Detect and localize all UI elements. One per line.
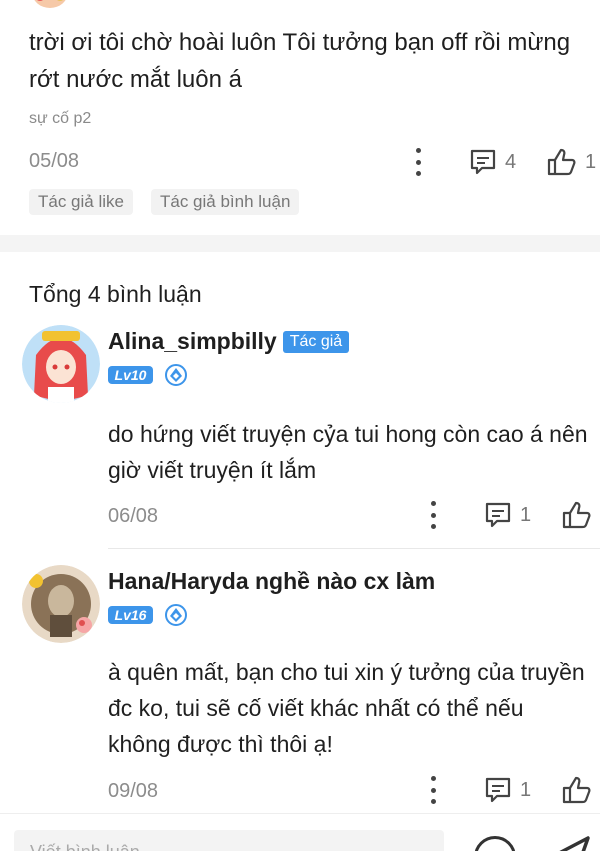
comment-text: à quên mất, bạn cho tui xin ý tưởng của … [108, 659, 585, 757]
tag-author-like: Tác giả like [29, 189, 133, 215]
comment-text: do hứng viết truyện cỷa tui hong còn cao… [108, 421, 588, 483]
like-count: 1 [585, 150, 597, 173]
comment-date: 06/08 [108, 505, 159, 527]
badge-row: Lv16 [108, 604, 187, 626]
kebab-menu-icon[interactable] [415, 148, 421, 176]
kebab-menu-icon[interactable] [430, 776, 436, 804]
thumbs-up-icon [547, 148, 576, 176]
comment-input[interactable]: Viết bình luận [14, 830, 444, 851]
comment-meta: 05/08 4 1 [29, 146, 596, 178]
username[interactable]: Alina_simpbilly Tác giả [108, 328, 350, 355]
level-badge: Lv10 [108, 366, 153, 384]
tag-author-reply: Tác giả bình luận [150, 189, 300, 215]
comment-date: 09/08 [108, 780, 159, 802]
comment-count: 1 [520, 778, 532, 801]
username[interactable]: Hana/Haryda nghề nào cx làm [108, 568, 435, 595]
username-text: Alina_simpbilly [108, 328, 277, 354]
comment-icon [485, 502, 511, 528]
verified-icon [165, 604, 187, 626]
section-divider [0, 235, 600, 252]
avatar[interactable] [22, 325, 100, 403]
comment-text: trời ơi tôi chờ hoài luôn Tôi tưởng bạn … [29, 29, 571, 93]
avatar[interactable] [22, 565, 100, 643]
like-button[interactable]: 1 [547, 148, 596, 176]
like-button[interactable] [562, 501, 592, 529]
reply-count-button[interactable]: 1 [484, 776, 531, 804]
thumbs-up-icon [562, 776, 591, 804]
verified-icon [165, 364, 187, 386]
comment-icon [470, 149, 496, 175]
total-comments-label: Tổng 4 bình luận [29, 281, 202, 307]
comment-icon [485, 777, 511, 803]
avatar-peek [34, 0, 66, 8]
badge-row: Lv10 [108, 364, 187, 386]
comment-count-button[interactable]: 4 [469, 148, 516, 176]
comment-count: 1 [520, 503, 532, 526]
kebab-menu-icon[interactable] [430, 501, 436, 529]
comment-date: 05/08 [29, 150, 80, 172]
author-badge: Tác giả [282, 331, 350, 353]
parent-comment: trời ơi tôi chờ hoài luôn Tôi tưởng bạn … [0, 0, 600, 235]
thumbs-up-icon [562, 501, 591, 529]
send-icon[interactable] [536, 832, 592, 851]
divider [108, 548, 600, 549]
like-button[interactable] [562, 776, 592, 804]
tag-list: Tác giả like Tác giả bình luận [29, 189, 300, 215]
reply-count-button[interactable]: 1 [484, 501, 531, 529]
comment-input-bar: Viết bình luận [0, 813, 600, 851]
chapter-label[interactable]: sự cố p2 [29, 110, 91, 128]
comment-count: 4 [505, 150, 517, 173]
emoji-icon[interactable] [474, 836, 516, 851]
level-badge: Lv16 [108, 606, 153, 624]
